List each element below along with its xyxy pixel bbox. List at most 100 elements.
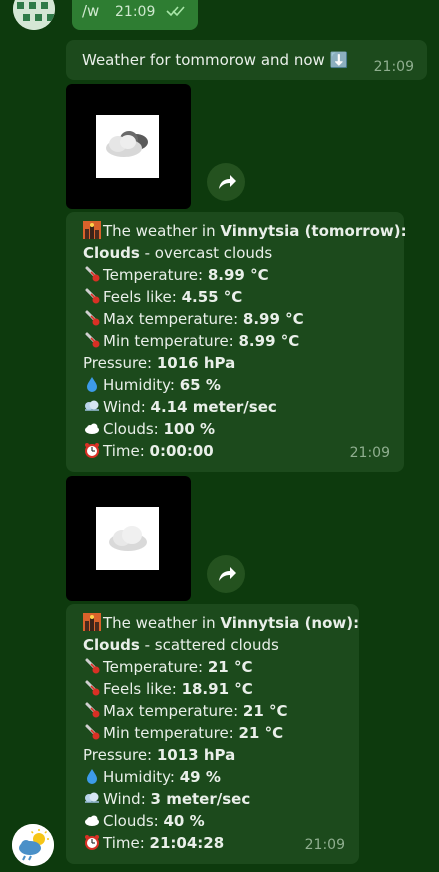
forward-arrow-icon	[219, 175, 236, 189]
wind-value: 4.14 meter/sec	[150, 398, 277, 416]
min-temperature-value: 8.99 °C	[238, 332, 300, 350]
thermometer-icon	[85, 658, 100, 674]
thermometer-icon	[85, 332, 100, 348]
feels-like-value: 18.91 °C	[181, 680, 253, 698]
droplet-icon	[87, 377, 97, 392]
wind-value: 3 meter/sec	[150, 790, 251, 808]
cloud-icon	[85, 815, 99, 826]
outgoing-message[interactable]: /w 21:09	[72, 0, 198, 30]
droplet-icon	[87, 769, 97, 784]
humidity-label: Humidity:	[103, 376, 180, 394]
thermometer-icon	[85, 310, 100, 326]
alarm-clock-icon	[85, 443, 99, 458]
temperature-label: Temperature:	[103, 266, 208, 284]
thermometer-icon	[85, 266, 100, 282]
alarm-clock-icon	[85, 835, 99, 850]
humidity-label: Humidity:	[103, 768, 180, 786]
avatar-pattern-icon	[13, 0, 55, 30]
max-temperature-value: 21 °C	[242, 702, 288, 720]
title-suffix: :	[400, 222, 407, 240]
bot-avatar[interactable]	[12, 824, 54, 866]
time-label: Time:	[103, 442, 150, 460]
weather-image-tile	[96, 507, 159, 570]
feels-like-value: 4.55 °C	[181, 288, 243, 306]
weather-title: The weather in Vinnytsia (now):	[83, 612, 359, 634]
weather-bot-icon	[12, 824, 54, 866]
min-temperature-label: Min temperature:	[103, 332, 239, 350]
wind-icon	[85, 400, 99, 411]
temperature-value: 8.99 °C	[207, 266, 269, 284]
city-name: Vinnytsia (now)	[220, 614, 354, 632]
max-temperature-line: Max temperature: 8.99 °C	[83, 308, 407, 330]
message-bubble[interactable]: Weather for tommorow and now ⬇️ 21:09	[66, 40, 427, 80]
outgoing-time: 21:09	[115, 4, 156, 20]
time-label: Time:	[103, 834, 150, 852]
weather-title: The weather in Vinnytsia (tomorrow):	[83, 220, 407, 242]
max-temperature-value: 8.99 °C	[242, 310, 304, 328]
title-prefix: The weather in	[103, 614, 221, 632]
thermometer-icon	[85, 724, 100, 740]
city-sunset-icon	[83, 613, 101, 631]
wind-label: Wind:	[103, 398, 151, 416]
thermometer-icon	[85, 702, 100, 718]
min-temperature-value: 21 °C	[238, 724, 284, 742]
clouds-line: Clouds: 40 %	[83, 810, 359, 832]
time-value: 0:00:00	[149, 442, 214, 460]
max-temperature-line: Max temperature: 21 °C	[83, 700, 359, 722]
condition-line: Clouds - overcast clouds	[83, 242, 407, 264]
scattered-clouds-icon	[109, 526, 147, 551]
message-text: Weather for tommorow and now ⬇️	[82, 51, 349, 69]
condition-main: Clouds	[83, 244, 140, 262]
temperature-line: Temperature: 21 °C	[83, 656, 359, 678]
double-check-icon	[166, 6, 185, 17]
humidity-value: 49 %	[179, 768, 221, 786]
weather-image-tile	[96, 115, 159, 178]
pressure-label: Pressure:	[83, 746, 157, 764]
thermometer-icon	[85, 288, 100, 304]
min-temperature-line: Min temperature: 21 °C	[83, 722, 359, 744]
title-prefix: The weather in	[103, 222, 221, 240]
condition-main: Clouds	[83, 636, 140, 654]
wind-line: Wind: 4.14 meter/sec	[83, 396, 407, 418]
title-suffix: :	[353, 614, 360, 632]
temperature-value: 21 °C	[207, 658, 253, 676]
condition-description: - overcast clouds	[139, 244, 273, 262]
weather-message-now[interactable]: The weather in Vinnytsia (now): Clouds -…	[66, 604, 359, 864]
wind-line: Wind: 3 meter/sec	[83, 788, 359, 810]
clouds-value: 40 %	[163, 812, 205, 830]
condition-line: Clouds - scattered clouds	[83, 634, 359, 656]
max-temperature-label: Max temperature:	[103, 702, 243, 720]
feels-like-line: Feels like: 18.91 °C	[83, 678, 359, 700]
humidity-value: 65 %	[179, 376, 221, 394]
condition-description: - scattered clouds	[139, 636, 279, 654]
wind-label: Wind:	[103, 790, 151, 808]
min-temperature-line: Min temperature: 8.99 °C	[83, 330, 407, 352]
cloud-icon	[85, 423, 99, 434]
clouds-label: Clouds:	[103, 420, 164, 438]
clouds-line: Clouds: 100 %	[83, 418, 407, 440]
city-sunset-icon	[83, 221, 101, 239]
wind-icon	[85, 792, 99, 803]
share-button[interactable]	[207, 555, 245, 593]
pressure-line: Pressure: 1013 hPa	[83, 744, 359, 766]
humidity-line: Humidity: 65 %	[83, 374, 407, 396]
weather-photo-tomorrow[interactable]	[66, 84, 191, 209]
feels-like-label: Feels like:	[103, 288, 182, 306]
forward-arrow-icon	[219, 567, 236, 581]
max-temperature-label: Max temperature:	[103, 310, 243, 328]
pressure-line: Pressure: 1016 hPa	[83, 352, 407, 374]
weather-photo-now[interactable]	[66, 476, 191, 601]
time-value: 21:04:28	[149, 834, 225, 852]
message-time: 21:09	[304, 837, 345, 853]
feels-like-label: Feels like:	[103, 680, 182, 698]
user-avatar[interactable]	[13, 0, 55, 30]
weather-message-tomorrow[interactable]: The weather in Vinnytsia (tomorrow): Clo…	[66, 212, 407, 472]
message-time: 21:09	[373, 59, 414, 75]
clouds-label: Clouds:	[103, 812, 164, 830]
temperature-label: Temperature:	[103, 658, 208, 676]
pressure-label: Pressure:	[83, 354, 157, 372]
share-button[interactable]	[207, 163, 245, 201]
thermometer-icon	[85, 680, 100, 696]
temperature-line: Temperature: 8.99 °C	[83, 264, 407, 286]
overcast-clouds-icon	[106, 131, 148, 157]
